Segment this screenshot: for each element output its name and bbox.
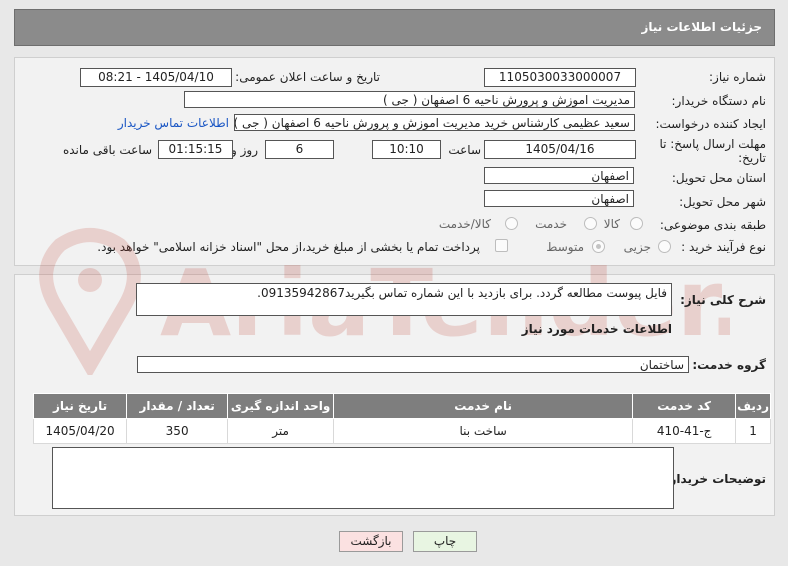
buyer-org-field: مدیریت اموزش و پرورش ناحیه 6 اصفهان ( جی… bbox=[184, 91, 635, 108]
city-label: شهر محل تحویل: bbox=[679, 195, 766, 209]
category-label: طبقه بندی موضوعی: bbox=[659, 218, 766, 232]
table-row: 1 ج-41-410 ساخت بنا متر 350 1405/04/20 bbox=[32, 418, 771, 444]
creator-field: سعید عظیمی کارشناس خرید مدیریت اموزش و پ… bbox=[234, 114, 635, 131]
deadline-date-field: 1405/04/16 bbox=[484, 140, 636, 159]
deadline-time-field: 10:10 bbox=[372, 140, 441, 159]
need-number-field: 1105030033000007 bbox=[484, 68, 636, 87]
remaining-label: ساعت باقی مانده bbox=[62, 143, 152, 157]
buyer-notes-label: توضیحات خریدار: bbox=[664, 472, 766, 486]
col-date-header: تاریخ نیاز bbox=[32, 393, 128, 419]
deadline-time-label: ساعت bbox=[448, 143, 481, 157]
city-field: اصفهان bbox=[484, 190, 634, 207]
description-label: شرح کلی نیاز: bbox=[680, 293, 766, 307]
service-name: ساخت بنا bbox=[333, 418, 634, 444]
category-both-label: کالا/خدمت bbox=[438, 217, 491, 231]
purchase-type-label: نوع فرآیند خرید : bbox=[681, 240, 766, 254]
col-code-header: کد خدمت bbox=[632, 393, 737, 419]
deadline-date-label: تاریخ: bbox=[738, 151, 766, 165]
services-table: ردیف کد خدمت نام خدمت واحد اندازه گیری ت… bbox=[32, 393, 771, 444]
category-goods-label: کالا bbox=[603, 217, 620, 231]
service-group-label: گروه خدمت: bbox=[692, 358, 766, 372]
announce-field: 1405/04/10 - 08:21 bbox=[80, 68, 232, 87]
purchase-medium-label: متوسط bbox=[546, 240, 584, 254]
page-title: جزئیات اطلاعات نیاز bbox=[641, 20, 762, 34]
days-field: 6 bbox=[265, 140, 334, 159]
col-unit-header: واحد اندازه گیری bbox=[227, 393, 335, 419]
purchase-medium-radio[interactable] bbox=[592, 240, 605, 253]
page-header: جزئیات اطلاعات نیاز bbox=[14, 9, 775, 46]
service-qty: 350 bbox=[126, 418, 229, 444]
services-table-header: ردیف کد خدمت نام خدمت واحد اندازه گیری ت… bbox=[32, 393, 771, 419]
deadline-label: مهلت ارسال پاسخ: تا bbox=[659, 137, 766, 151]
treasury-payment-checkbox[interactable] bbox=[495, 239, 508, 252]
category-both-radio[interactable] bbox=[505, 217, 518, 230]
buyer-notes-field[interactable] bbox=[52, 447, 674, 509]
description-field: فایل پیوست مطالعه گردد. برای بازدید با ا… bbox=[136, 283, 672, 316]
need-number-label: شماره نیاز: bbox=[709, 70, 766, 84]
col-row-header: ردیف bbox=[735, 393, 771, 419]
service-group-field: ساختمان bbox=[137, 356, 689, 373]
service-unit: متر bbox=[227, 418, 335, 444]
service-date: 1405/04/20 bbox=[32, 418, 128, 444]
category-service-label: خدمت bbox=[535, 217, 567, 231]
purchase-minor-radio[interactable] bbox=[658, 240, 671, 253]
province-label: استان محل تحویل: bbox=[671, 171, 766, 185]
province-field: اصفهان bbox=[484, 167, 634, 184]
need-info-panel bbox=[14, 57, 775, 266]
treasury-payment-note: پرداخت تمام یا بخشی از مبلغ خرید،از محل … bbox=[97, 240, 480, 254]
purchase-minor-label: جزیی bbox=[623, 240, 651, 254]
remaining-time-field: 01:15:15 bbox=[158, 140, 233, 159]
category-goods-radio[interactable] bbox=[630, 217, 643, 230]
services-section-title: اطلاعات خدمات مورد نیاز bbox=[521, 322, 672, 336]
col-name-header: نام خدمت bbox=[333, 393, 634, 419]
service-code: ج-41-410 bbox=[632, 418, 737, 444]
buyer-org-label: نام دستگاه خریدار: bbox=[671, 94, 767, 108]
creator-label: ایجاد کننده درخواست: bbox=[655, 117, 766, 131]
col-qty-header: تعداد / مقدار bbox=[126, 393, 229, 419]
print-button[interactable]: چاپ bbox=[413, 531, 477, 552]
back-button[interactable]: بازگشت bbox=[339, 531, 403, 552]
buyer-contact-link[interactable]: اطلاعات تماس خریدار bbox=[118, 116, 229, 130]
days-label: روز و bbox=[231, 143, 258, 157]
category-service-radio[interactable] bbox=[584, 217, 597, 230]
row-index: 1 bbox=[735, 418, 771, 444]
announce-label: تاریخ و ساعت اعلان عمومی: bbox=[235, 70, 380, 84]
